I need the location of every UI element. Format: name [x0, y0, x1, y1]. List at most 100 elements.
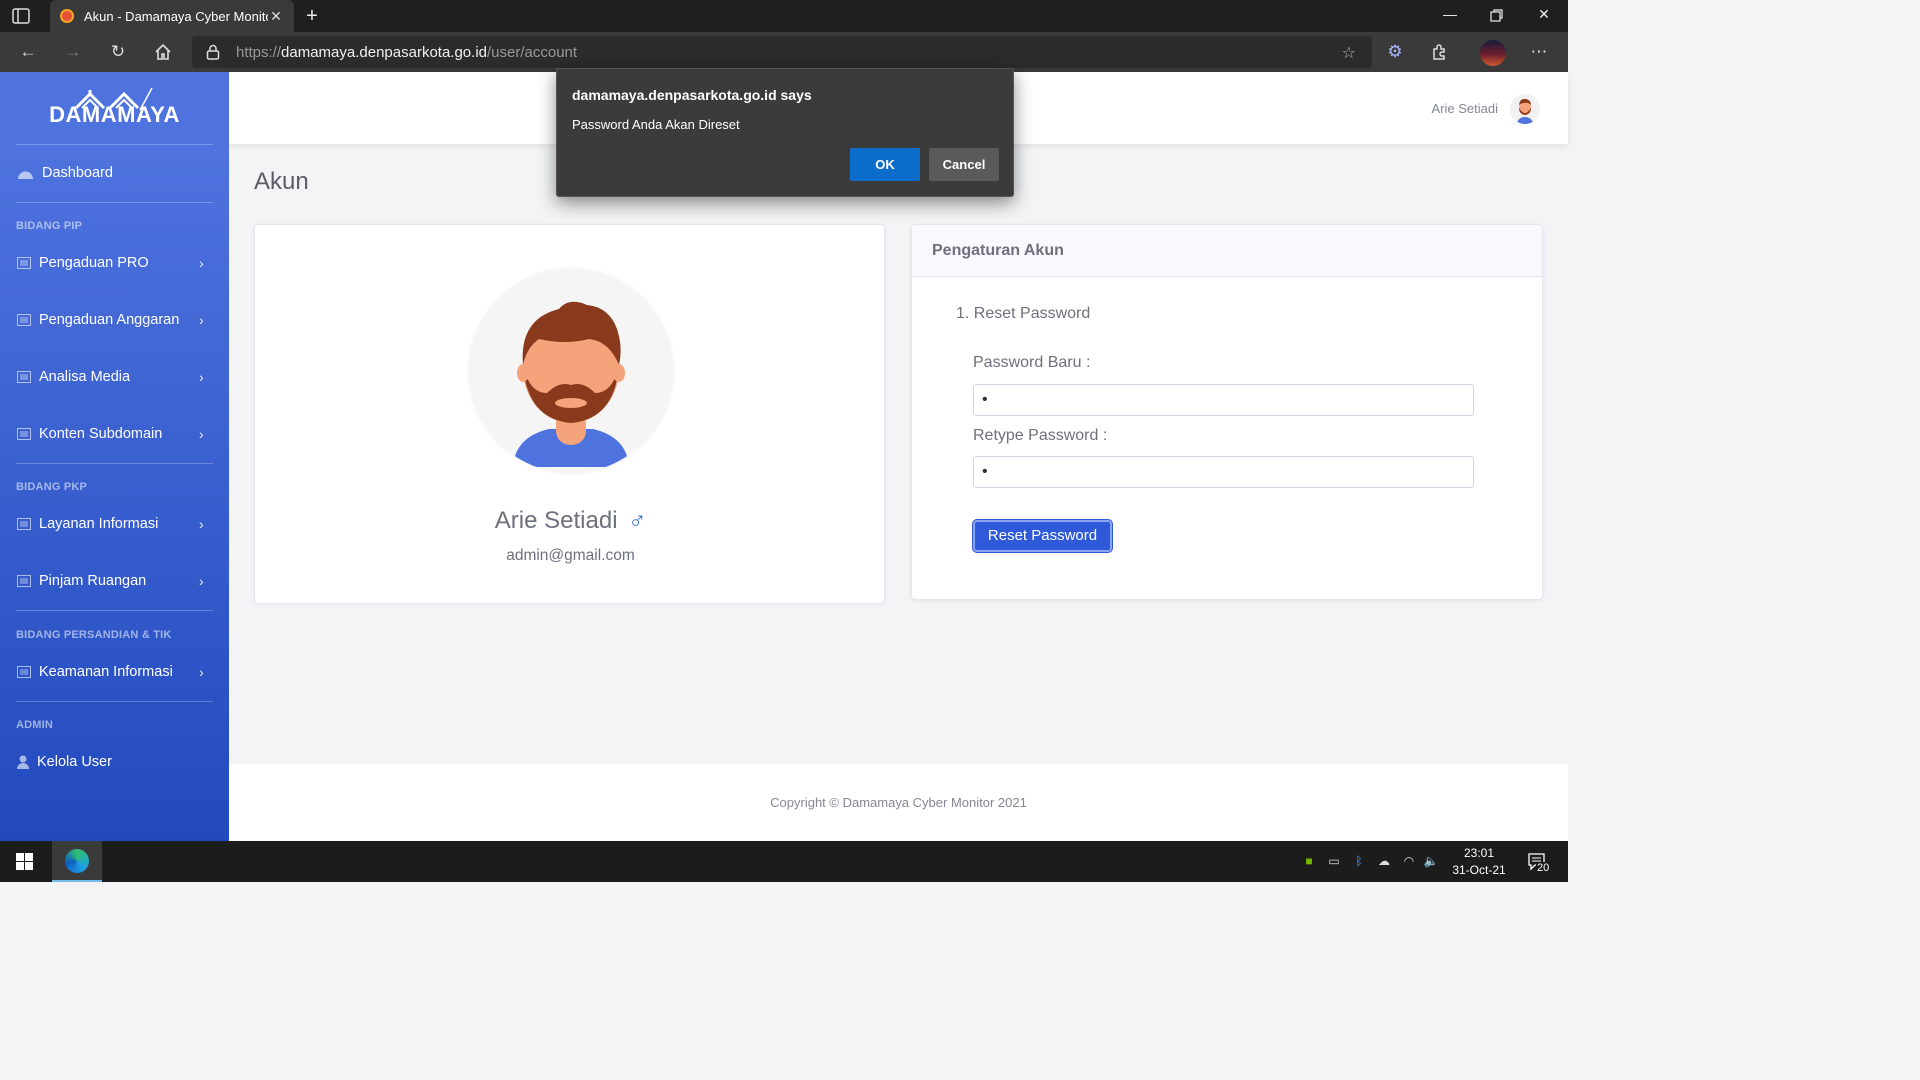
sidebar-item-label: Dashboard	[42, 165, 113, 181]
card-header: Pengaturan Akun	[912, 225, 1542, 277]
dialog-title: damamaya.denpasarkota.go.id says	[572, 87, 812, 103]
sidebar-divider	[16, 144, 213, 145]
taskbar-edge-button[interactable]	[52, 841, 102, 882]
sidebar-item-label: Keamanan Informasi	[39, 664, 173, 680]
sidebar: DAMAMAYA Dashboard BIDANG PIP Pengaduan …	[0, 72, 229, 841]
onedrive-tray-icon[interactable]: ☁	[1376, 854, 1392, 868]
nvidia-tray-icon[interactable]: ■	[1301, 854, 1317, 868]
chevron-right-icon: ›	[199, 369, 204, 385]
minimize-icon[interactable]: ―	[1440, 6, 1460, 22]
url-host: damamaya.denpasarkota.go.id	[281, 43, 487, 61]
sidebar-item-dashboard[interactable]: Dashboard	[0, 153, 229, 193]
url-scheme: https://	[236, 43, 282, 61]
restore-icon[interactable]	[1487, 9, 1507, 23]
confirm-dialog: damamaya.denpasarkota.go.id says Passwor…	[556, 68, 1014, 197]
extension-gear-icon[interactable]: ⚙	[1385, 42, 1405, 62]
profile-avatar-image	[469, 269, 673, 473]
sidebar-item-kelola-user[interactable]: Kelola User	[0, 742, 229, 782]
sidebar-item-label: Analisa Media	[39, 369, 131, 385]
chevron-right-icon: ›	[199, 312, 204, 328]
dialog-ok-button[interactable]: OK	[850, 148, 920, 181]
sidebar-item-pengaduan-anggaran[interactable]: Pengaduan Anggaran ›	[0, 300, 229, 340]
refresh-icon[interactable]: ↻	[108, 42, 128, 62]
volume-tray-icon[interactable]: 🔈	[1423, 854, 1439, 868]
tab-title: Akun - Damamaya Cyber Monito	[84, 8, 268, 24]
new-password-field[interactable]: •	[973, 384, 1474, 416]
edge-icon	[65, 849, 89, 873]
male-icon: ♂	[628, 507, 647, 534]
close-tab-icon[interactable]: ✕	[268, 8, 284, 25]
extensions-icon[interactable]	[1430, 42, 1450, 62]
wifi-tray-icon[interactable]: ◠	[1401, 854, 1417, 868]
lock-icon[interactable]	[206, 44, 220, 60]
brand-roof-icon	[74, 88, 153, 110]
sidebar-item-label: Layanan Informasi	[39, 516, 159, 532]
browser-tab-active[interactable]: Akun - Damamaya Cyber Monito ✕	[50, 0, 294, 32]
sidebar-item-label: Kelola User	[37, 754, 112, 770]
sidebar-divider	[16, 202, 213, 203]
chevron-right-icon: ›	[199, 516, 204, 532]
notification-center-icon[interactable]: 20	[1527, 851, 1551, 874]
list-icon	[17, 257, 31, 269]
forward-icon[interactable]: →	[63, 42, 83, 62]
new-password-label: Password Baru :	[973, 354, 1091, 371]
sidebar-item-label: Konten Subdomain	[39, 426, 163, 442]
footer: Copyright © Damamaya Cyber Monitor 2021	[229, 764, 1568, 841]
sidebar-heading: BIDANG PKP	[16, 481, 88, 493]
sidebar-divider	[16, 701, 213, 702]
list-icon	[17, 666, 31, 678]
chevron-right-icon: ›	[199, 426, 204, 442]
profile-card: Arie Setiadi ♂ admin@gmail.com	[254, 224, 885, 604]
sidebar-item-layanan-informasi[interactable]: Layanan Informasi ›	[0, 504, 229, 544]
browser-tab-bar: Akun - Damamaya Cyber Monito ✕ + ― ✕	[0, 0, 1568, 32]
retype-password-field[interactable]: •	[973, 456, 1474, 488]
sidebar-item-label: Pengaduan Anggaran	[39, 312, 180, 328]
list-icon	[17, 518, 31, 530]
url-text: https://damamaya.denpasarkota.go.id/user…	[236, 44, 577, 61]
tachometer-icon	[18, 171, 33, 179]
profile-name: Arie Setiadi	[494, 507, 618, 534]
sidebar-item-analisa-media[interactable]: Analisa Media ›	[0, 357, 229, 397]
chevron-right-icon: ›	[199, 573, 204, 589]
battery-tray-icon[interactable]: ▭	[1326, 854, 1342, 868]
windows-taskbar: ■ ▭ ᛒ ☁ ◠ 🔈 23:01 31-Oct-21 20	[0, 841, 1568, 882]
back-icon[interactable]: ←	[18, 42, 38, 62]
chevron-right-icon: ›	[199, 255, 204, 271]
clock-time: 23:01	[1463, 846, 1495, 860]
sidebar-item-keamanan-informasi[interactable]: Keamanan Informasi ›	[0, 652, 229, 692]
dialog-cancel-button[interactable]: Cancel	[929, 148, 999, 181]
browser-toolbar: ← → ↻ https://damamaya.denpasarkota.go.i…	[0, 32, 1568, 72]
sidebar-item-pinjam-ruangan[interactable]: Pinjam Ruangan ›	[0, 561, 229, 601]
home-icon[interactable]	[153, 42, 173, 62]
retype-password-label: Retype Password :	[973, 427, 1108, 444]
sidebar-item-pengaduan-pro[interactable]: Pengaduan PRO ›	[0, 243, 229, 283]
sidebar-item-konten-subdomain[interactable]: Konten Subdomain ›	[0, 414, 229, 454]
profile-avatar[interactable]	[1480, 40, 1506, 66]
user-icon	[17, 755, 29, 769]
reset-password-button[interactable]: Reset Password	[973, 520, 1112, 552]
tab-actions-icon[interactable]	[12, 8, 30, 24]
favorite-icon[interactable]: ☆	[1342, 43, 1356, 63]
sidebar-heading: BIDANG PERSANDIAN & TIK	[16, 629, 172, 641]
bluetooth-tray-icon[interactable]: ᛒ	[1351, 854, 1367, 868]
clock-date: 31-Oct-21	[1452, 863, 1506, 877]
list-icon	[17, 428, 31, 440]
topbar-avatar[interactable]	[1510, 94, 1540, 124]
topbar-user-name[interactable]: Arie Setiadi	[1432, 101, 1498, 116]
more-icon[interactable]: ⋯	[1529, 42, 1549, 62]
sidebar-item-label: Pinjam Ruangan	[39, 573, 147, 589]
brand-logo[interactable]: DAMAMAYA	[0, 72, 229, 144]
list-icon	[17, 575, 31, 587]
taskbar-clock[interactable]: 23:01 31-Oct-21	[1444, 845, 1514, 879]
copyright-text: Copyright © Damamaya Cyber Monitor 2021	[770, 795, 1027, 810]
new-tab-button[interactable]: +	[302, 5, 322, 28]
url-path: /user/account	[487, 43, 578, 61]
address-bar[interactable]: https://damamaya.denpasarkota.go.id/user…	[192, 36, 1372, 68]
reset-password-step: 1. Reset Password	[956, 305, 1091, 322]
sidebar-divider	[16, 463, 213, 464]
chevron-right-icon: ›	[199, 664, 204, 680]
window-close-icon[interactable]: ✕	[1534, 6, 1554, 23]
sidebar-divider	[16, 610, 213, 611]
windows-start-icon[interactable]	[16, 853, 33, 870]
card-title: Pengaturan Akun	[932, 242, 1064, 259]
